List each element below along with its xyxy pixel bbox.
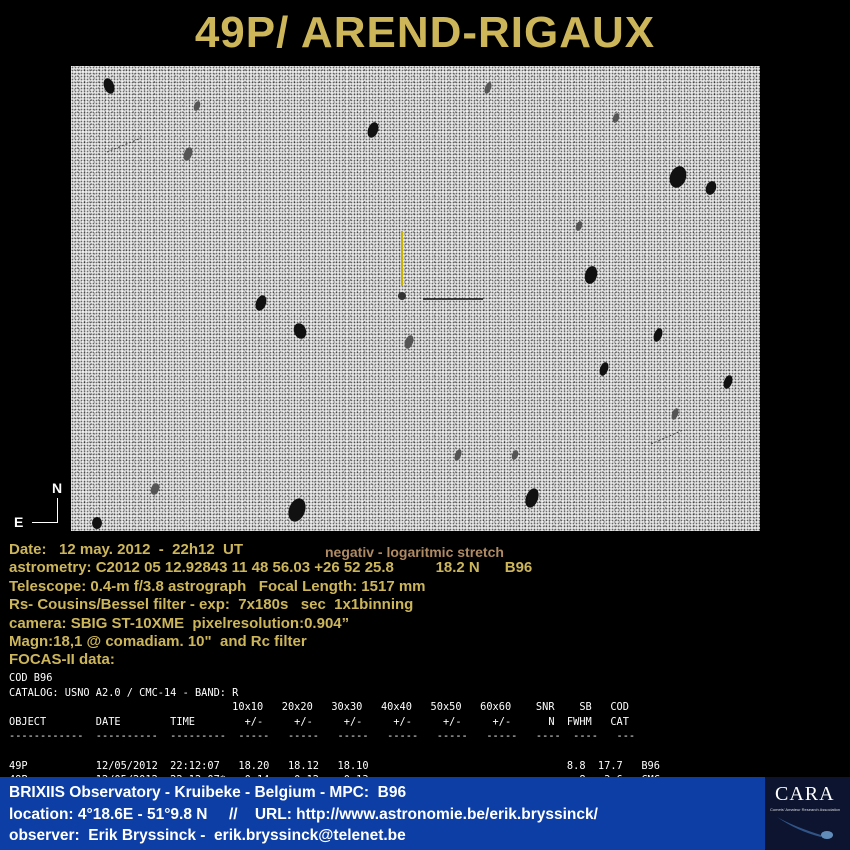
star bbox=[255, 295, 267, 311]
focas-blank bbox=[9, 744, 660, 759]
star bbox=[653, 328, 663, 342]
info-astrometry: astrometry: C2012 05 12.92843 11 48 56.0… bbox=[9, 559, 533, 577]
star bbox=[599, 362, 609, 376]
footer-observatory: BRIXIIS Observatory - Kruibeke - Belgium… bbox=[9, 784, 407, 801]
focas-header-1: 10x10 20x20 30x30 40x40 50x50 60x60 SNR … bbox=[9, 701, 629, 714]
north-label: N bbox=[52, 480, 63, 496]
focas-separator: ------------ ---------- --------- ----- … bbox=[9, 730, 636, 743]
trail-mark bbox=[650, 429, 684, 445]
faint-star bbox=[575, 221, 583, 231]
star bbox=[705, 181, 717, 195]
star bbox=[288, 498, 306, 522]
info-camera: camera: SBIG ST-10XME pixelresolution:0.… bbox=[9, 614, 350, 632]
faint-star bbox=[404, 335, 414, 349]
comet-image bbox=[71, 66, 760, 531]
star bbox=[367, 122, 379, 138]
east-label: E bbox=[14, 514, 24, 530]
faint-star bbox=[183, 147, 193, 161]
focas-table: COD B96 CATALOG: USNO A2.0 / CMC-14 - BAN… bbox=[9, 671, 660, 788]
star bbox=[584, 266, 598, 284]
faint-star bbox=[150, 483, 160, 495]
table-row: 49P 12/05/2012 22:12:07 18.20 18.12 18.1… bbox=[9, 759, 660, 772]
info-telescope: Telescope: 0.4-m f/3.8 astrograph Focal … bbox=[9, 577, 426, 595]
star bbox=[293, 323, 307, 339]
star bbox=[669, 166, 687, 188]
focas-header-2: OBJECT DATE TIME +/- +/- +/- +/- +/- +/-… bbox=[9, 715, 629, 728]
trail-mark bbox=[106, 137, 142, 153]
star bbox=[103, 78, 115, 94]
footer-observer: observer: Erik Bryssinck - erik.bryssinc… bbox=[9, 827, 406, 844]
star-field bbox=[92, 78, 733, 529]
comet-icon bbox=[777, 817, 833, 839]
faint-star bbox=[484, 82, 492, 94]
east-arrow bbox=[32, 522, 58, 523]
faint-star bbox=[612, 113, 620, 123]
page-title: 49P/ AREND-RIGAUX bbox=[194, 8, 656, 57]
info-filter: Rs- Cousins/Bessel filter - exp: 7x180s … bbox=[9, 596, 414, 614]
compass: N E bbox=[10, 480, 70, 530]
faint-star bbox=[193, 101, 201, 111]
north-arrow bbox=[57, 498, 58, 522]
faint-star bbox=[671, 408, 679, 420]
faint-star bbox=[454, 449, 462, 461]
info-magnitude: Magn:18,1 @ comadiam. 10" and Rc filter bbox=[9, 633, 307, 651]
observation-info: Date: 12 may. 2012 - 22h12 UT astrometry:… bbox=[9, 541, 532, 670]
focas-cod: COD B96 bbox=[9, 672, 53, 684]
comet-nucleus bbox=[398, 292, 406, 300]
faint-star bbox=[511, 450, 519, 460]
footer: BRIXIIS Observatory - Kruibeke - Belgium… bbox=[0, 777, 765, 850]
star bbox=[92, 517, 102, 529]
star bbox=[525, 488, 539, 508]
footer-location: location: 4°18.6E - 51°9.8 N // URL: htt… bbox=[9, 806, 598, 823]
cara-logo: CARA Comets' Amateur Research Associatio… bbox=[765, 777, 850, 850]
star bbox=[723, 375, 733, 389]
info-focas-title: FOCAS-II data: bbox=[9, 651, 115, 669]
info-date: Date: 12 may. 2012 - 22h12 UT bbox=[9, 541, 244, 558]
focas-catalog: CATALOG: USNO A2.0 / CMC-14 - BAND: R bbox=[9, 686, 239, 699]
